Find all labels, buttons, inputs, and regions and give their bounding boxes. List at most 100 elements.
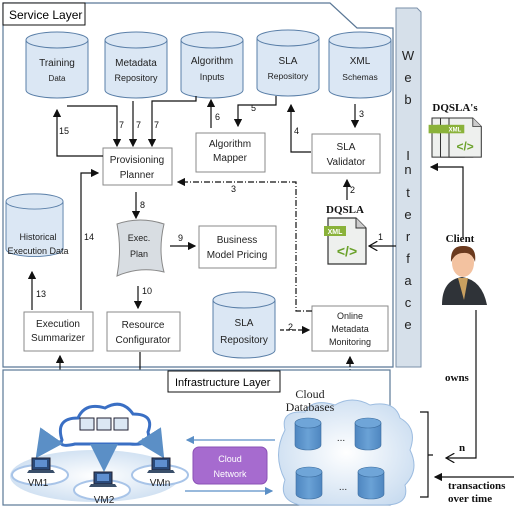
arrow-label-7: 7 [136,120,141,130]
svg-text:c: c [405,295,412,310]
arrow-label-7: 7 [119,120,124,130]
cloud-databases: ... ... [278,399,415,506]
owns-arrow [446,310,477,458]
svg-text:Schemas: Schemas [342,72,377,82]
svg-text:Metadata: Metadata [115,58,157,69]
svg-text:Data: Data [49,74,66,83]
svg-text:Plan: Plan [130,249,148,259]
svg-text:SLA: SLA [279,56,298,67]
arrow-label-13: 13 [36,289,46,299]
svg-text:Cloud: Cloud [218,454,242,464]
sla-repository: SLA Repository [256,29,320,97]
exec-plan: Exec. Plan [116,219,165,277]
svg-text:Configurator: Configurator [115,335,171,346]
svg-text:Model Pricing: Model Pricing [207,250,268,261]
svg-text:e: e [404,70,411,85]
dqslas-label: DQSLA's [432,102,478,114]
arrow-label-9: 9 [178,233,183,243]
svg-text:Online: Online [337,311,363,321]
svg-text:Algorithm: Algorithm [209,139,251,150]
arrow-label-8: 8 [140,200,145,210]
cloud-databases-label: Cloud [295,387,324,401]
xml-schemas-repository: XML Schemas [328,31,392,99]
client-label: Client [446,233,475,245]
historical-execution-data: Historical Execution Data [5,193,69,258]
online-metadata-monitoring: Online Metadata Monitoring [311,305,389,352]
svg-text:r: r [406,229,411,244]
resource-configurator: Resource Configurator [106,311,181,352]
svg-text:Validator: Validator [327,157,366,168]
svg-text:W: W [402,48,415,63]
cloud-databases-label: Databases [286,400,335,414]
arrow-label-6: 6 [215,112,220,122]
algorithm-mapper: Algorithm Mapper [195,132,266,173]
arrow-label-2-dashed: 2 [288,322,293,332]
cloud-databases-bracket [420,411,433,498]
transactions-label: over time [448,493,492,505]
dqsla-label: DQSLA [326,204,364,216]
dqsla-xml-document-icon: XML [323,217,367,265]
svg-text:Exec.: Exec. [128,233,151,243]
training-data-repository: Training Data [25,31,89,99]
svg-text:Resource: Resource [122,320,165,331]
n-label: n [459,442,465,454]
svg-text:Execution Data: Execution Data [7,246,68,256]
algorithm-inputs-repository: Algorithm Inputs [180,31,244,99]
svg-text:Repository: Repository [114,73,158,83]
arrow-label-15: 15 [59,126,69,136]
arrow-label-14: 14 [84,232,94,242]
svg-text:Business: Business [217,235,258,246]
svg-text:Mapper: Mapper [213,153,248,164]
svg-text:Repository: Repository [268,71,309,81]
vm1-label: VM1 [28,478,49,489]
arrow-label-4: 4 [294,126,299,136]
arrow-label-3: 3 [359,109,364,119]
execution-summarizer: Execution Summarizer [23,311,94,352]
arrow-label-5: 5 [251,103,256,113]
svg-text:I: I [406,148,410,163]
architecture-diagram: </> Service Layer W e b I n t e r f a c … [2,2,514,506]
svg-text:n: n [404,162,411,177]
svg-text:f: f [406,251,410,266]
vm2-label: VM2 [94,495,115,506]
svg-text:Algorithm: Algorithm [191,56,233,67]
service-layer-title: Service Layer [9,8,82,22]
transactions-label: transactions [448,480,506,492]
svg-text:a: a [404,273,412,288]
sla-repository-secondary: SLA Repository [212,291,276,359]
svg-text:...: ... [339,482,347,493]
vmn-label: VMn [150,478,171,489]
cloud-network: Cloud Network [192,446,268,485]
svg-text:e: e [404,317,411,332]
svg-text:t: t [406,185,410,200]
svg-text:Metadata: Metadata [331,324,369,334]
svg-text:SLA: SLA [235,318,254,329]
arrow-label-2: 2 [350,185,355,195]
arrow-label-3-dashed: 3 [231,184,236,194]
client-person-icon[interactable] [442,245,487,305]
provisioning-planner: Provisioning Planner [102,147,173,186]
xml-badge: XML [449,128,462,134]
svg-text:...: ... [337,433,345,444]
svg-text:Network: Network [213,469,247,479]
svg-text:Summarizer: Summarizer [31,333,86,344]
metadata-repository: Metadata Repository [104,31,168,99]
arrow-label-1: 1 [378,232,383,242]
svg-text:Planner: Planner [120,170,155,181]
svg-text:Training: Training [39,58,75,69]
dqslas-documents-icon: XML [428,117,482,158]
svg-text:Execution: Execution [36,319,80,330]
sla-validator: SLA Validator [311,133,381,174]
svg-text:SLA: SLA [337,142,356,153]
arrow-label-10: 10 [142,286,152,296]
svg-text:b: b [404,92,411,107]
business-model-pricing: Business Model Pricing [198,225,277,269]
svg-text:Monitoring: Monitoring [329,337,371,347]
client-to-web-arrow [429,162,464,238]
infrastructure-title: Infrastructure Layer [175,377,271,389]
arrow-label-7: 7 [154,120,159,130]
owns-label: owns [445,372,470,384]
svg-text:Historical: Historical [19,232,56,242]
svg-text:e: e [404,207,411,222]
svg-text:XML: XML [350,56,371,67]
